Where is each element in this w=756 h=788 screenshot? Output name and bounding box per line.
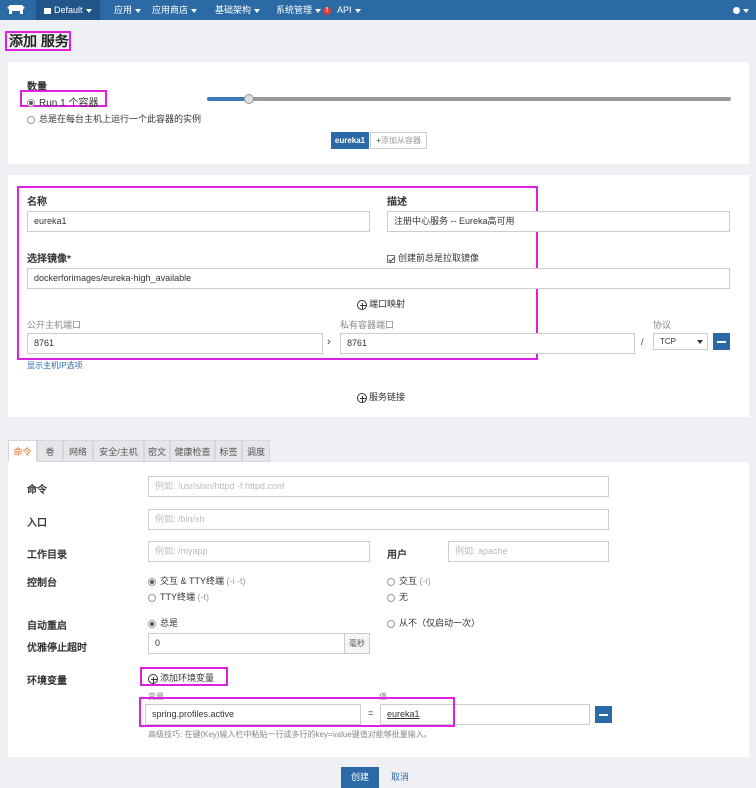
console-radio-interactive-tty[interactable]: 交互 & TTY终端 (-i -t) [148, 574, 246, 587]
chevron-down-icon [315, 8, 322, 13]
nav-apps[interactable]: 应用 [114, 0, 142, 20]
env-tip: 高级技巧: 在键(Key)输入栏中粘贴一行或多行的key=value键值对能够批… [148, 730, 432, 739]
chevron-down-icon [743, 8, 749, 13]
warning-badge: ! [323, 6, 332, 15]
nav-admin[interactable]: 系统管理! [276, 0, 332, 20]
radio-dot [148, 619, 156, 628]
radio-run-containers[interactable]: Run 1 个容器 [27, 94, 98, 109]
chevron-down-icon [354, 8, 361, 13]
port-map-button[interactable]: 端口映射 [357, 297, 405, 310]
tab-network[interactable]: 网络 [63, 440, 93, 462]
entrypoint-input[interactable]: 例如: /bin/sh [148, 509, 609, 530]
radio-dot [387, 619, 395, 628]
add-circle-icon [357, 392, 367, 403]
show-host-ip-link[interactable]: 显示主机IP选项 [27, 360, 83, 371]
tab-command[interactable]: 命令 [8, 440, 37, 462]
nav-api[interactable]: API [337, 0, 361, 20]
create-button[interactable]: 创建 [341, 767, 379, 788]
console-radio-none[interactable]: 无 [387, 590, 408, 603]
restart-label: 自动重启 [27, 621, 67, 632]
pull-image-checkbox[interactable]: 创建前总是拉取镜像 [387, 251, 479, 264]
port-slash: / [641, 337, 644, 347]
env-label: 环境变量 [27, 676, 67, 687]
console-label: 控制台 [27, 578, 57, 589]
tab-secrets[interactable]: 密文 [144, 440, 170, 462]
private-port-input[interactable]: 8761 [340, 333, 635, 354]
restart-radio-always[interactable]: 总是 [148, 616, 178, 629]
public-port-input[interactable]: 8761 [27, 333, 323, 354]
add-sidekick-button[interactable]: +添加从容器 [370, 132, 427, 149]
name-input[interactable]: eureka1 [27, 211, 370, 232]
tab-security[interactable]: 安全/主机 [93, 440, 144, 462]
public-port-label: 公开主机端口 [27, 320, 82, 330]
container-tab-eureka1[interactable]: eureka1 [331, 132, 369, 149]
name-label: 名称 [27, 197, 47, 208]
radio-dot [387, 593, 395, 602]
command-label: 命令 [27, 485, 47, 496]
add-circle-icon [148, 673, 158, 684]
add-circle-icon [357, 299, 367, 310]
protocol-select[interactable]: TCP [653, 333, 708, 350]
tab-scheduling[interactable]: 调度 [242, 440, 270, 462]
console-radio-interactive[interactable]: 交互 (-i) [387, 574, 431, 587]
radio-dot [148, 593, 156, 602]
service-link-button[interactable]: 服务链接 [357, 390, 405, 403]
workdir-label: 工作目录 [27, 550, 67, 561]
home-icon [44, 7, 51, 14]
highlight-env-row [139, 697, 455, 727]
chevron-down-icon [254, 8, 261, 13]
top-nav: Default 应用 应用商店 基础架构 系统管理! API [0, 0, 756, 20]
command-input[interactable]: 例如: /usr/sbin/httpd -f httpd.conf [148, 476, 609, 497]
radio-dot [27, 99, 35, 108]
cancel-button[interactable]: 取消 [388, 767, 412, 788]
workdir-input[interactable]: 例如: /myapp [148, 541, 370, 562]
radio-dot [27, 115, 35, 124]
scale-slider-handle[interactable] [243, 94, 254, 104]
remove-port-button[interactable] [713, 333, 730, 350]
stop-timeout-unit: 毫秒 [344, 633, 370, 654]
user-menu[interactable] [733, 0, 749, 20]
description-label: 描述 [387, 197, 407, 208]
chevron-down-icon [697, 340, 703, 344]
scale-slider-track[interactable] [207, 97, 731, 101]
radio-dot [387, 577, 395, 586]
image-input[interactable]: dockerforimages/eureka-high_available [27, 268, 730, 289]
tab-health-check[interactable]: 健康检查 [170, 440, 215, 462]
tab-volumes[interactable]: 卷 [37, 440, 63, 462]
protocol-label: 协议 [653, 320, 672, 330]
radio-dot [148, 577, 156, 586]
user-input[interactable]: 例如: apache [448, 541, 609, 562]
user-label: 用户 [387, 550, 407, 561]
entrypoint-label: 入口 [27, 518, 47, 529]
chevron-down-icon [135, 8, 142, 13]
restart-radio-never[interactable]: 从不（仅启动一次） [387, 616, 480, 629]
stop-timeout-label: 优雅停止超时 [27, 643, 87, 654]
private-port-label: 私有容器端口 [340, 320, 395, 330]
stop-timeout-input[interactable]: 0 [148, 633, 345, 654]
image-label: 选择镜像* [27, 254, 71, 265]
rancher-logo-icon[interactable] [6, 3, 26, 17]
chevron-right-icon: › [327, 336, 331, 348]
nav-catalog[interactable]: 应用商店 [152, 0, 198, 20]
chevron-down-icon [191, 8, 198, 13]
checkbox-box [387, 254, 395, 263]
scale-slider-fill [207, 97, 249, 101]
tab-labels[interactable]: 标签 [215, 440, 242, 462]
console-radio-tty[interactable]: TTY终端 (-t) [148, 590, 209, 603]
nav-infrastructure[interactable]: 基础架构 [215, 0, 261, 20]
description-input[interactable]: 注册中心服务 -- Eureka高可用 [387, 211, 730, 232]
page-title: 添加 服务 [5, 31, 71, 51]
user-icon [733, 7, 740, 15]
remove-env-button[interactable] [595, 706, 612, 723]
chevron-down-icon [85, 8, 92, 13]
add-env-button[interactable]: 添加环境变量 [148, 671, 214, 684]
radio-global[interactable]: 总是在每台主机上运行一个此容器的实例 [27, 112, 201, 125]
env-switcher[interactable]: Default [36, 0, 100, 20]
